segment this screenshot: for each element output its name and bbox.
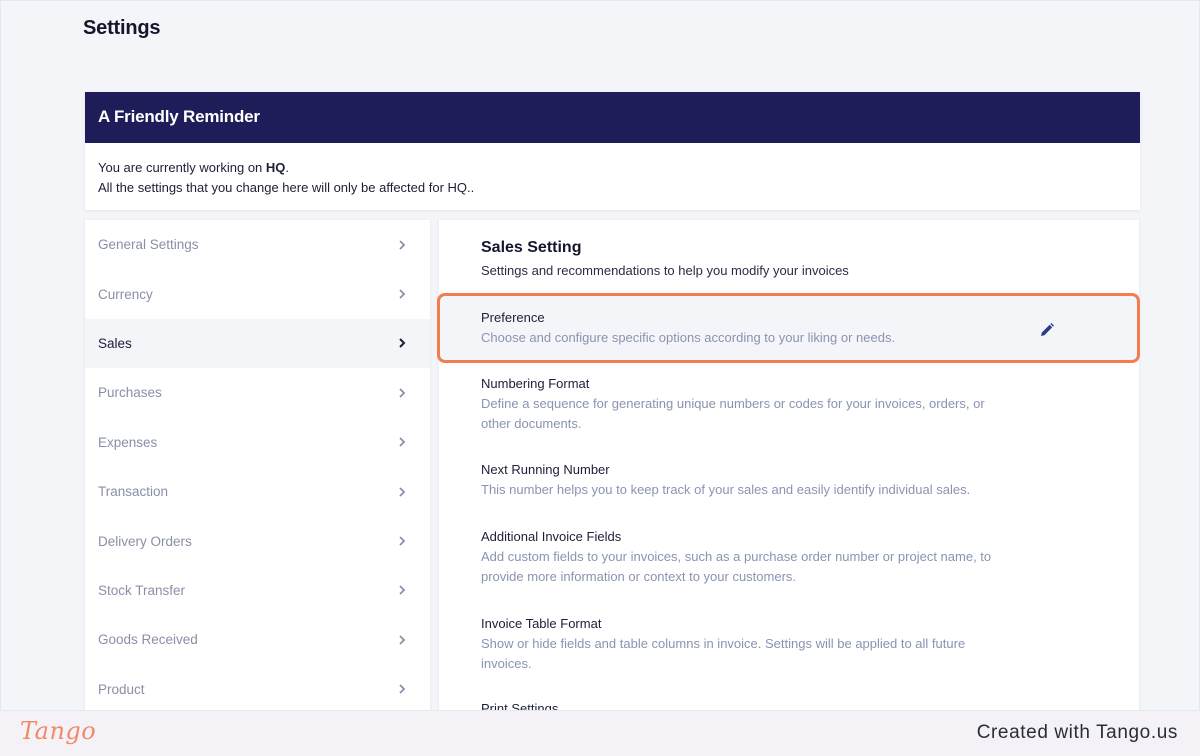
setting-title: Invoice Table Format (481, 616, 602, 631)
setting-description: Define a sequence for generating unique … (481, 396, 985, 431)
reminder-line-1-suffix: . (285, 160, 290, 175)
app-frame: Settings A Friendly Reminder You are cur… (0, 0, 1200, 710)
setting-preference[interactable]: Preference Choose and configure specific… (439, 294, 1139, 362)
chevron-right-icon (396, 584, 408, 596)
setting-title: Next Running Number (481, 462, 610, 477)
chevron-right-icon (396, 634, 408, 646)
sidebar-item-label: Sales (98, 335, 132, 351)
sidebar-item-purchases[interactable]: Purchases (85, 368, 430, 417)
tango-footer: Tango Created with Tango.us (0, 710, 1200, 756)
setting-print-settings[interactable]: Print Settings (439, 699, 1139, 710)
sidebar-item-label: Currency (98, 286, 153, 302)
created-with-credit: Created with Tango.us (976, 722, 1178, 743)
sidebar-item-stock-transfer[interactable]: Stock Transfer (85, 566, 430, 615)
settings-sidebar: General Settings Currency Sales Purchase… (85, 220, 430, 710)
section-title: Sales Setting (481, 239, 582, 256)
setting-title: Print Settings (481, 701, 559, 710)
sales-setting-panel: Sales Setting Settings and recommendatio… (439, 220, 1139, 710)
reminder-line-2: All the settings that you change here wi… (98, 180, 475, 195)
sidebar-item-general-settings[interactable]: General Settings (85, 220, 430, 269)
sidebar-item-expenses[interactable]: Expenses (85, 418, 430, 467)
tango-logo-text: Tango (20, 717, 97, 745)
tango-logo: Tango (20, 717, 96, 745)
setting-title: Additional Invoice Fields (481, 529, 622, 544)
sidebar-item-label: Transaction (98, 484, 169, 500)
pencil-icon[interactable] (1039, 322, 1055, 338)
sidebar-item-transaction[interactable]: Transaction (85, 467, 430, 516)
sidebar-item-currency[interactable]: Currency (85, 269, 430, 318)
reminder-line-1-prefix: You are currently working on (98, 160, 266, 175)
section-subtitle: Settings and recommendations to help you… (481, 263, 849, 278)
sidebar-item-label: Purchases (98, 385, 162, 401)
reminder-title: A Friendly Reminder (85, 92, 1140, 143)
chevron-right-icon (396, 683, 408, 695)
sidebar-item-label: Goods Received (98, 632, 198, 648)
setting-numbering-format[interactable]: Numbering Format Define a sequence for g… (439, 374, 1139, 434)
setting-invoice-table-format[interactable]: Invoice Table Format Show or hide fields… (439, 614, 1139, 674)
reminder-branch-name: HQ (265, 160, 286, 175)
sidebar-item-label: General Settings (98, 237, 199, 253)
setting-title: Preference (481, 310, 545, 325)
reminder-line-1: You are currently working on HQ. (98, 158, 1127, 178)
setting-description: Show or hide fields and table columns in… (481, 636, 966, 671)
setting-next-running-number[interactable]: Next Running Number This number helps yo… (439, 460, 1139, 500)
sidebar-item-label: Delivery Orders (98, 533, 192, 549)
sidebar-item-sales[interactable]: Sales (85, 318, 430, 369)
chevron-right-icon (396, 288, 408, 300)
setting-additional-invoice-fields[interactable]: Additional Invoice Fields Add custom fie… (439, 527, 1139, 587)
setting-title: Numbering Format (481, 376, 590, 391)
sidebar-item-goods-received[interactable]: Goods Received (85, 615, 430, 664)
reminder-card: A Friendly Reminder You are currently wo… (85, 92, 1140, 210)
chevron-right-icon (396, 436, 408, 448)
chevron-right-icon (396, 486, 408, 498)
sidebar-item-delivery-orders[interactable]: Delivery Orders (85, 516, 430, 565)
sidebar-item-product[interactable]: Product (85, 665, 430, 710)
chevron-right-icon (396, 337, 408, 349)
chevron-right-icon (396, 535, 408, 547)
setting-description: Add custom fields to your invoices, such… (481, 549, 992, 584)
setting-description: Choose and configure specific options ac… (481, 330, 896, 345)
reminder-body: You are currently working on HQ. All the… (85, 143, 1140, 198)
sidebar-item-label: Product (98, 681, 145, 697)
page-title: Settings (83, 17, 161, 39)
sidebar-item-label: Stock Transfer (98, 582, 186, 598)
setting-description: This number helps you to keep track of y… (481, 482, 971, 497)
chevron-right-icon (396, 239, 408, 251)
chevron-right-icon (396, 387, 408, 399)
sidebar-item-label: Expenses (98, 434, 158, 450)
